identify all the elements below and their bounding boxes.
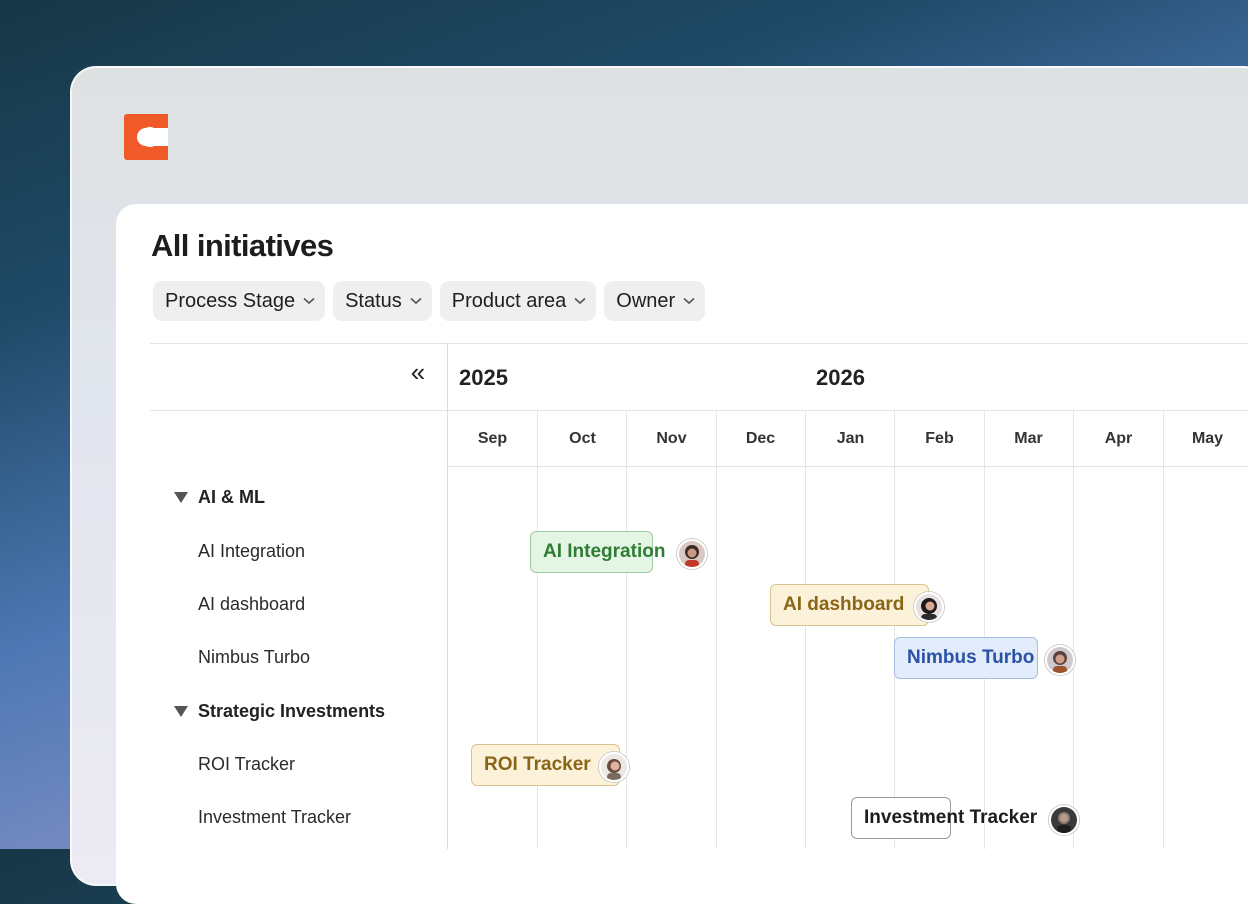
avatar[interactable]	[1045, 645, 1075, 675]
list-item[interactable]: Nimbus Turbo	[198, 647, 310, 668]
year-label-2026: 2026	[816, 365, 865, 390]
timeline-bar[interactable]: AI dashboard	[770, 584, 929, 626]
owner-avatar-icon	[1047, 647, 1073, 673]
chevron-down-icon	[683, 297, 695, 305]
list-item[interactable]: AI Integration	[198, 541, 305, 562]
avatar[interactable]	[677, 539, 707, 569]
timeline-bar[interactable]: Investment Tracker	[851, 797, 1037, 839]
month-gridline	[626, 410, 627, 849]
timeline-top-divider	[150, 343, 1248, 344]
chevron-down-icon	[574, 297, 586, 305]
month-gridline	[1163, 410, 1164, 849]
month-label: Oct	[569, 430, 596, 447]
page-title: All initiatives	[151, 228, 334, 263]
chevron-down-icon	[410, 297, 422, 305]
filter-status[interactable]: Status	[333, 281, 432, 321]
list-item[interactable]: ROI Tracker	[198, 754, 295, 775]
list-item[interactable]: Investment Tracker	[198, 807, 351, 828]
year-label-2025: 2025	[459, 365, 508, 390]
filter-product-area[interactable]: Product area	[439, 281, 597, 321]
month-label: Apr	[1104, 430, 1133, 447]
owner-avatar-icon	[601, 754, 627, 780]
month-gridline	[1073, 410, 1074, 849]
timeline-bar[interactable]: AI Integration	[530, 531, 665, 573]
group-label: AI & ML	[198, 487, 265, 507]
filter-label: Status	[345, 289, 402, 312]
timeline-bar[interactable]: Nimbus Turbo	[894, 637, 1038, 679]
filter-bar: Process Stage Status Product area Owner	[153, 281, 706, 321]
month-label: Nov	[656, 430, 687, 447]
month-gridline	[984, 410, 985, 849]
month-label: Jan	[836, 430, 865, 447]
owner-avatar-icon	[916, 594, 942, 620]
year-row-divider	[150, 410, 1248, 411]
sidebar-divider	[447, 343, 448, 849]
collapse-sidebar-button[interactable]: «	[406, 359, 430, 385]
group-label: Strategic Investments	[198, 701, 386, 721]
filter-label: Owner	[616, 289, 676, 312]
month-gridline	[716, 410, 717, 849]
timeline-bar[interactable]: ROI Tracker	[471, 744, 620, 786]
month-label: Mar	[1014, 430, 1043, 447]
month-label: Sep	[477, 430, 508, 447]
month-label: Dec	[745, 430, 776, 447]
month-label: Feb	[925, 430, 954, 447]
owner-avatar-icon	[679, 541, 705, 567]
group-row-strategic-investments[interactable]: Strategic Investments	[174, 701, 385, 722]
avatar[interactable]	[599, 752, 629, 782]
filter-label: Product area	[451, 289, 567, 312]
group-row-ai-ml[interactable]: AI & ML	[174, 487, 265, 508]
month-row-divider	[448, 466, 1248, 467]
owner-avatar-icon	[1051, 807, 1077, 833]
month-gridline	[805, 410, 806, 849]
avatar[interactable]	[914, 592, 944, 622]
list-item[interactable]: AI dashboard	[198, 594, 305, 615]
month-gridline	[894, 410, 895, 849]
triangle-down-icon[interactable]	[174, 492, 188, 503]
triangle-down-icon[interactable]	[174, 706, 188, 717]
filter-process-stage[interactable]: Process Stage	[153, 281, 326, 321]
filter-label: Process Stage	[165, 289, 296, 312]
month-label: May	[1191, 430, 1224, 447]
chevron-down-icon	[303, 297, 315, 305]
avatar[interactable]	[1049, 805, 1079, 835]
app-logo	[124, 114, 168, 160]
filter-owner[interactable]: Owner	[604, 281, 706, 321]
